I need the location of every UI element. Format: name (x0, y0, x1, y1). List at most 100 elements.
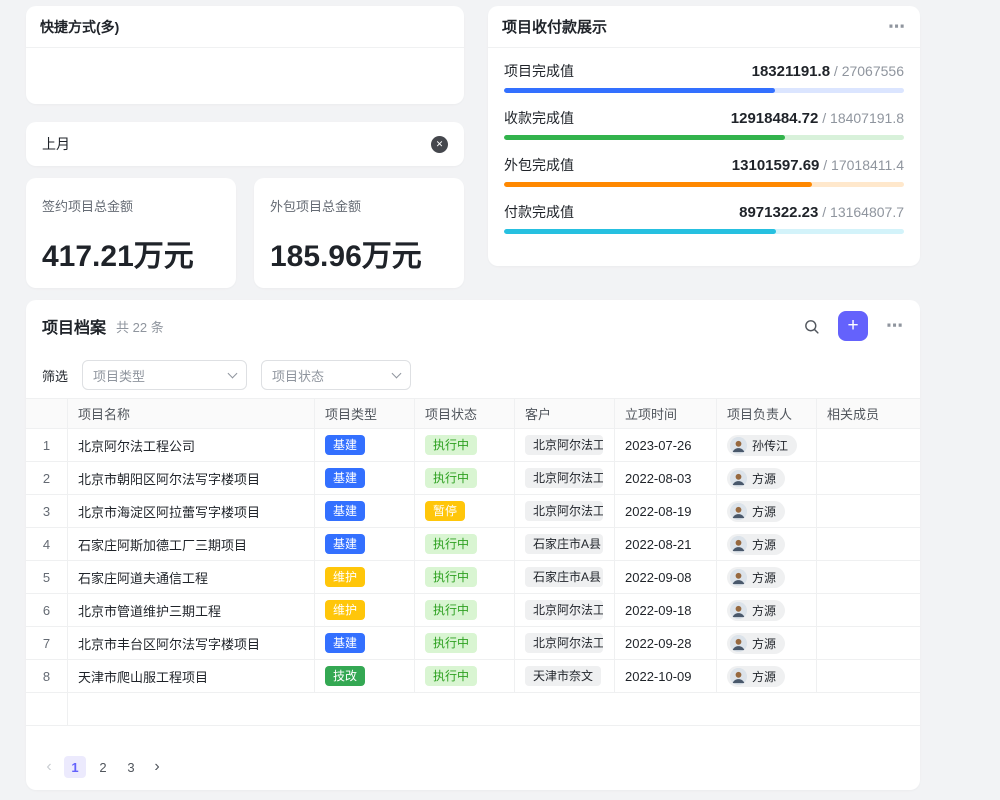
table-row[interactable]: 2 北京市朝阳区阿尔法写字楼项目 基建 执行中 北京阿尔法工程公司 2022-0… (26, 462, 920, 495)
table-row[interactable]: 6 北京市管道维护三期工程 维护 执行中 北京阿尔法工程公司 2022-09-1… (26, 594, 920, 627)
project-name-cell[interactable]: 北京阿尔法工程公司 (68, 429, 315, 462)
type-tag: 基建 (325, 633, 365, 653)
more-menu-icon[interactable]: ⋯ (886, 316, 904, 336)
client-chip: 北京阿尔法工程公司 (525, 633, 603, 653)
project-name-cell[interactable]: 石家庄阿斯加德工厂三期项目 (68, 528, 315, 561)
members-cell[interactable] (817, 462, 920, 495)
project-type-select[interactable]: 项目类型 (82, 360, 247, 390)
project-name-cell[interactable]: 北京市丰台区阿尔法写字楼项目 (68, 627, 315, 660)
client-chip: 北京阿尔法工程公司 (525, 468, 603, 488)
metric-top: 项目完成值 18321191.8 / 27067556 (504, 61, 904, 81)
owner-cell[interactable]: 方源 (717, 462, 817, 495)
client-cell[interactable]: 石家庄市A县 (515, 528, 615, 561)
owner-cell[interactable]: 方源 (717, 528, 817, 561)
table-row[interactable]: 8 天津市爬山服工程项目 技改 执行中 天津市奈文 2022-10-09 方源 (26, 660, 920, 693)
row-index-cell: 6 (26, 594, 68, 627)
owner-cell[interactable]: 方源 (717, 627, 817, 660)
record-count: 共 22 条 (116, 317, 164, 336)
project-status-cell[interactable]: 执行中 (415, 429, 515, 462)
project-type-cell[interactable]: 基建 (315, 462, 415, 495)
project-status-cell[interactable]: 执行中 (415, 627, 515, 660)
project-status-cell[interactable]: 暂停 (415, 495, 515, 528)
client-cell[interactable]: 北京阿尔法工程公司 (515, 462, 615, 495)
project-status-select[interactable]: 项目状态 (261, 360, 411, 390)
project-status-cell[interactable]: 执行中 (415, 660, 515, 693)
project-name-cell[interactable]: 天津市爬山服工程项目 (68, 660, 315, 693)
status-tag: 执行中 (425, 567, 477, 587)
table-row[interactable]: 4 石家庄阿斯加德工厂三期项目 基建 执行中 石家庄市A县 2022-08-21… (26, 528, 920, 561)
col-header-date[interactable]: 立项时间 (615, 399, 717, 429)
project-status-cell[interactable]: 执行中 (415, 561, 515, 594)
project-type-cell[interactable]: 技改 (315, 660, 415, 693)
project-type-cell[interactable]: 基建 (315, 528, 415, 561)
project-type-cell[interactable]: 基建 (315, 495, 415, 528)
project-type-cell[interactable]: 基建 (315, 627, 415, 660)
table-row[interactable]: 7 北京市丰台区阿尔法写字楼项目 基建 执行中 北京阿尔法工程公司 2022-0… (26, 627, 920, 660)
progress-metric: 付款完成值 8971322.23 / 13164807.7 (504, 202, 904, 234)
project-type-cell[interactable]: 维护 (315, 561, 415, 594)
members-cell[interactable] (817, 594, 920, 627)
col-header-type[interactable]: 项目类型 (315, 399, 415, 429)
project-name-cell[interactable]: 北京市管道维护三期工程 (68, 594, 315, 627)
col-header-client[interactable]: 客户 (515, 399, 615, 429)
more-menu-icon[interactable]: ⋯ (888, 17, 906, 37)
outsourced-amount-card: 外包项目总金额 185.96万元 (254, 178, 464, 288)
signed-amount-card: 签约项目总金额 417.21万元 (26, 178, 236, 288)
row-index-cell: 3 (26, 495, 68, 528)
client-cell[interactable]: 北京阿尔法工程公司 (515, 429, 615, 462)
page-button[interactable]: 2 (92, 756, 114, 778)
project-name-cell[interactable]: 北京市朝阳区阿尔法写字楼项目 (68, 462, 315, 495)
prev-page-icon[interactable]: ‹ (40, 759, 58, 775)
owner-name: 方源 (752, 470, 776, 487)
project-status-cell[interactable]: 执行中 (415, 528, 515, 561)
table-row[interactable]: 1 北京阿尔法工程公司 基建 执行中 北京阿尔法工程公司 2023-07-26 … (26, 429, 920, 462)
table-row[interactable]: 3 北京市海淀区阿拉蕾写字楼项目 基建 暂停 北京阿尔法工程公司 2022-08… (26, 495, 920, 528)
start-date-cell[interactable]: 2022-09-08 (615, 561, 717, 594)
start-date-cell[interactable]: 2023-07-26 (615, 429, 717, 462)
members-cell[interactable] (817, 627, 920, 660)
col-header-members[interactable]: 相关成员 (817, 399, 920, 429)
start-date-cell[interactable]: 2022-08-03 (615, 462, 717, 495)
members-cell[interactable] (817, 429, 920, 462)
project-name-cell[interactable]: 北京市海淀区阿拉蕾写字楼项目 (68, 495, 315, 528)
client-cell[interactable]: 北京阿尔法工程公司 (515, 627, 615, 660)
pagination: ‹ 123 › (40, 756, 166, 778)
clear-filter-icon[interactable]: ✕ (431, 136, 448, 153)
start-date-cell[interactable]: 2022-10-09 (615, 660, 717, 693)
project-status-cell[interactable]: 执行中 (415, 594, 515, 627)
owner-cell[interactable]: 方源 (717, 495, 817, 528)
col-header-status[interactable]: 项目状态 (415, 399, 515, 429)
owner-chip: 方源 (727, 468, 785, 489)
owner-cell[interactable]: 方源 (717, 561, 817, 594)
owner-cell[interactable]: 方源 (717, 660, 817, 693)
month-filter-chip[interactable]: 上月 ✕ (26, 122, 464, 166)
owner-cell[interactable]: 孙传江 (717, 429, 817, 462)
client-cell[interactable]: 北京阿尔法工程公司 (515, 594, 615, 627)
project-type-cell[interactable]: 维护 (315, 594, 415, 627)
members-cell[interactable] (817, 495, 920, 528)
add-record-button[interactable]: + (838, 311, 868, 341)
project-name-cell[interactable]: 石家庄阿道夫通信工程 (68, 561, 315, 594)
payments-title: 项目收付款展示 (502, 16, 607, 37)
table-row[interactable]: 5 石家庄阿道夫通信工程 维护 执行中 石家庄市A县 2022-09-08 方源 (26, 561, 920, 594)
page-button[interactable]: 3 (120, 756, 142, 778)
col-header-name[interactable]: 项目名称 (68, 399, 315, 429)
members-cell[interactable] (817, 561, 920, 594)
start-date-cell[interactable]: 2022-09-18 (615, 594, 717, 627)
next-page-icon[interactable]: › (148, 759, 166, 775)
client-cell[interactable]: 天津市奈文 (515, 660, 615, 693)
members-cell[interactable] (817, 528, 920, 561)
row-index-cell: 7 (26, 627, 68, 660)
members-cell[interactable] (817, 660, 920, 693)
col-header-owner[interactable]: 项目负责人 (717, 399, 817, 429)
start-date-cell[interactable]: 2022-08-19 (615, 495, 717, 528)
start-date-cell[interactable]: 2022-09-28 (615, 627, 717, 660)
project-type-cell[interactable]: 基建 (315, 429, 415, 462)
page-button[interactable]: 1 (64, 756, 86, 778)
client-cell[interactable]: 北京阿尔法工程公司 (515, 495, 615, 528)
client-cell[interactable]: 石家庄市A县 (515, 561, 615, 594)
search-icon[interactable] (803, 318, 820, 335)
start-date-cell[interactable]: 2022-08-21 (615, 528, 717, 561)
owner-cell[interactable]: 方源 (717, 594, 817, 627)
project-status-cell[interactable]: 执行中 (415, 462, 515, 495)
